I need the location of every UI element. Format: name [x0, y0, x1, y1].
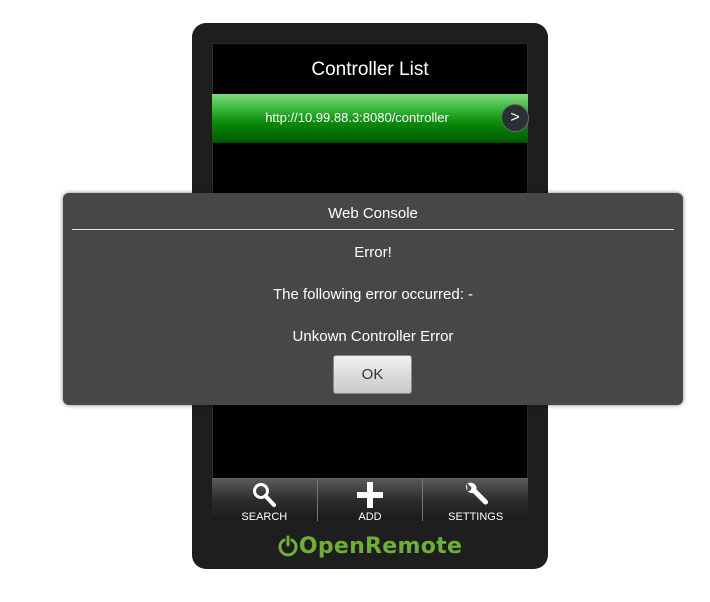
openremote-logo: OpenRemote [192, 530, 548, 562]
tab-add[interactable]: ADD [318, 479, 424, 521]
tab-search[interactable]: SEARCH [212, 479, 318, 521]
tab-search-label: SEARCH [241, 511, 288, 521]
dialog-message: The following error occurred: - [272, 286, 474, 303]
open-controller-button[interactable]: > [501, 104, 529, 132]
power-logo-icon [278, 535, 298, 557]
wrench-icon [465, 482, 488, 505]
dialog-divider [72, 229, 674, 230]
page-title: Controller List [311, 59, 429, 80]
controller-url: http://10.99.88.3:8080/controller [265, 110, 449, 125]
plus-icon [357, 482, 383, 508]
search-icon [253, 483, 277, 507]
tab-add-label: ADD [358, 511, 382, 521]
dialog-title: Web Console [328, 205, 418, 222]
logo-text: OpenRemote [298, 533, 463, 559]
bottom-tab-bar: SEARCH ADD SETTINGS [212, 478, 528, 521]
controller-list-item[interactable]: http://10.99.88.3:8080/controller > [212, 94, 529, 143]
ok-button[interactable]: OK [333, 355, 412, 394]
tab-settings[interactable]: SETTINGS [423, 479, 528, 521]
dialog-detail: Unkown Controller Error [292, 328, 454, 345]
tab-settings-label: SETTINGS [448, 511, 504, 521]
error-dialog: Web Console Error! The following error o… [63, 193, 683, 405]
dialog-heading: Error! [354, 244, 392, 261]
